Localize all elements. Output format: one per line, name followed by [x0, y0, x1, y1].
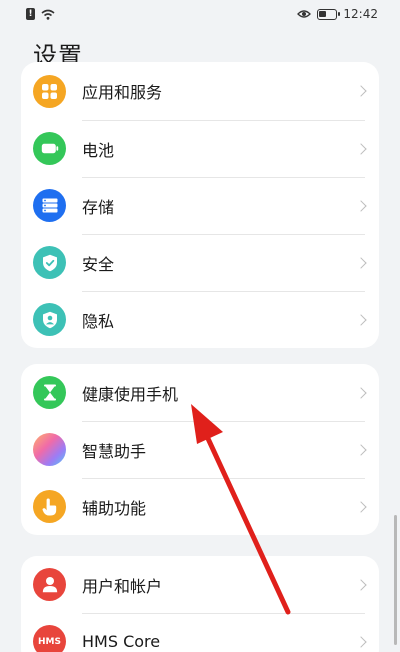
settings-item-label: 存储 [82, 197, 115, 217]
settings-item-label: 电池 [82, 140, 115, 160]
settings-item-label: 智慧助手 [82, 441, 147, 461]
settings-item-label: 健康使用手机 [82, 384, 179, 404]
settings-item-label: HMS Core [82, 632, 161, 651]
settings-group-2: 健康使用手机 智慧助手 辅助功能 [21, 364, 379, 535]
settings-item-label: 隐私 [82, 311, 115, 331]
user-icon [33, 568, 66, 601]
scrollbar[interactable] [394, 515, 397, 645]
chevron-right-icon [355, 500, 367, 513]
chevron-right-icon [355, 635, 367, 648]
hms-icon: HMS [33, 625, 66, 652]
settings-item-security[interactable]: 安全 [21, 234, 379, 291]
chevron-right-icon [355, 386, 367, 399]
settings-item-smart-assistant[interactable]: 智慧助手 [21, 421, 379, 478]
assistant-icon [33, 433, 66, 466]
apps-icon [33, 74, 66, 108]
settings-group-1: 应用和服务 电池 存储 安全 隐私 [21, 62, 379, 348]
chevron-right-icon [355, 578, 367, 591]
chevron-right-icon [355, 313, 367, 326]
chevron-right-icon [355, 199, 367, 212]
chevron-right-icon [355, 443, 367, 456]
battery-icon [317, 8, 341, 20]
shield-icon [33, 246, 66, 279]
hand-icon [33, 490, 66, 523]
settings-item-users-accounts[interactable]: 用户和帐户 [21, 556, 379, 613]
settings-item-apps-services[interactable]: 应用和服务 [21, 62, 379, 120]
settings-group-3: 用户和帐户 HMS HMS Core [21, 556, 379, 652]
settings-item-accessibility[interactable]: 辅助功能 [21, 478, 379, 535]
settings-item-label: 安全 [82, 254, 115, 274]
settings-item-label: 辅助功能 [82, 498, 147, 518]
hms-icon-text: HMS [38, 636, 61, 647]
wifi-icon [41, 9, 55, 20]
chevron-right-icon [355, 256, 367, 269]
settings-item-storage[interactable]: 存储 [21, 177, 379, 234]
settings-item-hms-core[interactable]: HMS HMS Core [21, 613, 379, 652]
storage-icon [33, 189, 66, 222]
eye-icon [297, 10, 312, 18]
settings-item-battery[interactable]: 电池 [21, 120, 379, 177]
battery-icon [33, 132, 66, 165]
status-time: 12:42 [343, 7, 378, 21]
privacy-icon [33, 303, 66, 336]
settings-item-label: 用户和帐户 [82, 576, 163, 596]
settings-item-digital-balance[interactable]: 健康使用手机 [21, 364, 379, 421]
settings-item-privacy[interactable]: 隐私 [21, 291, 379, 348]
status-bar: ! 12:42 [0, 0, 400, 28]
hourglass-icon [33, 376, 66, 409]
settings-item-label: 应用和服务 [82, 83, 163, 102]
sim-alert-icon: ! [26, 8, 35, 20]
chevron-right-icon [355, 85, 367, 97]
chevron-right-icon [355, 142, 367, 155]
